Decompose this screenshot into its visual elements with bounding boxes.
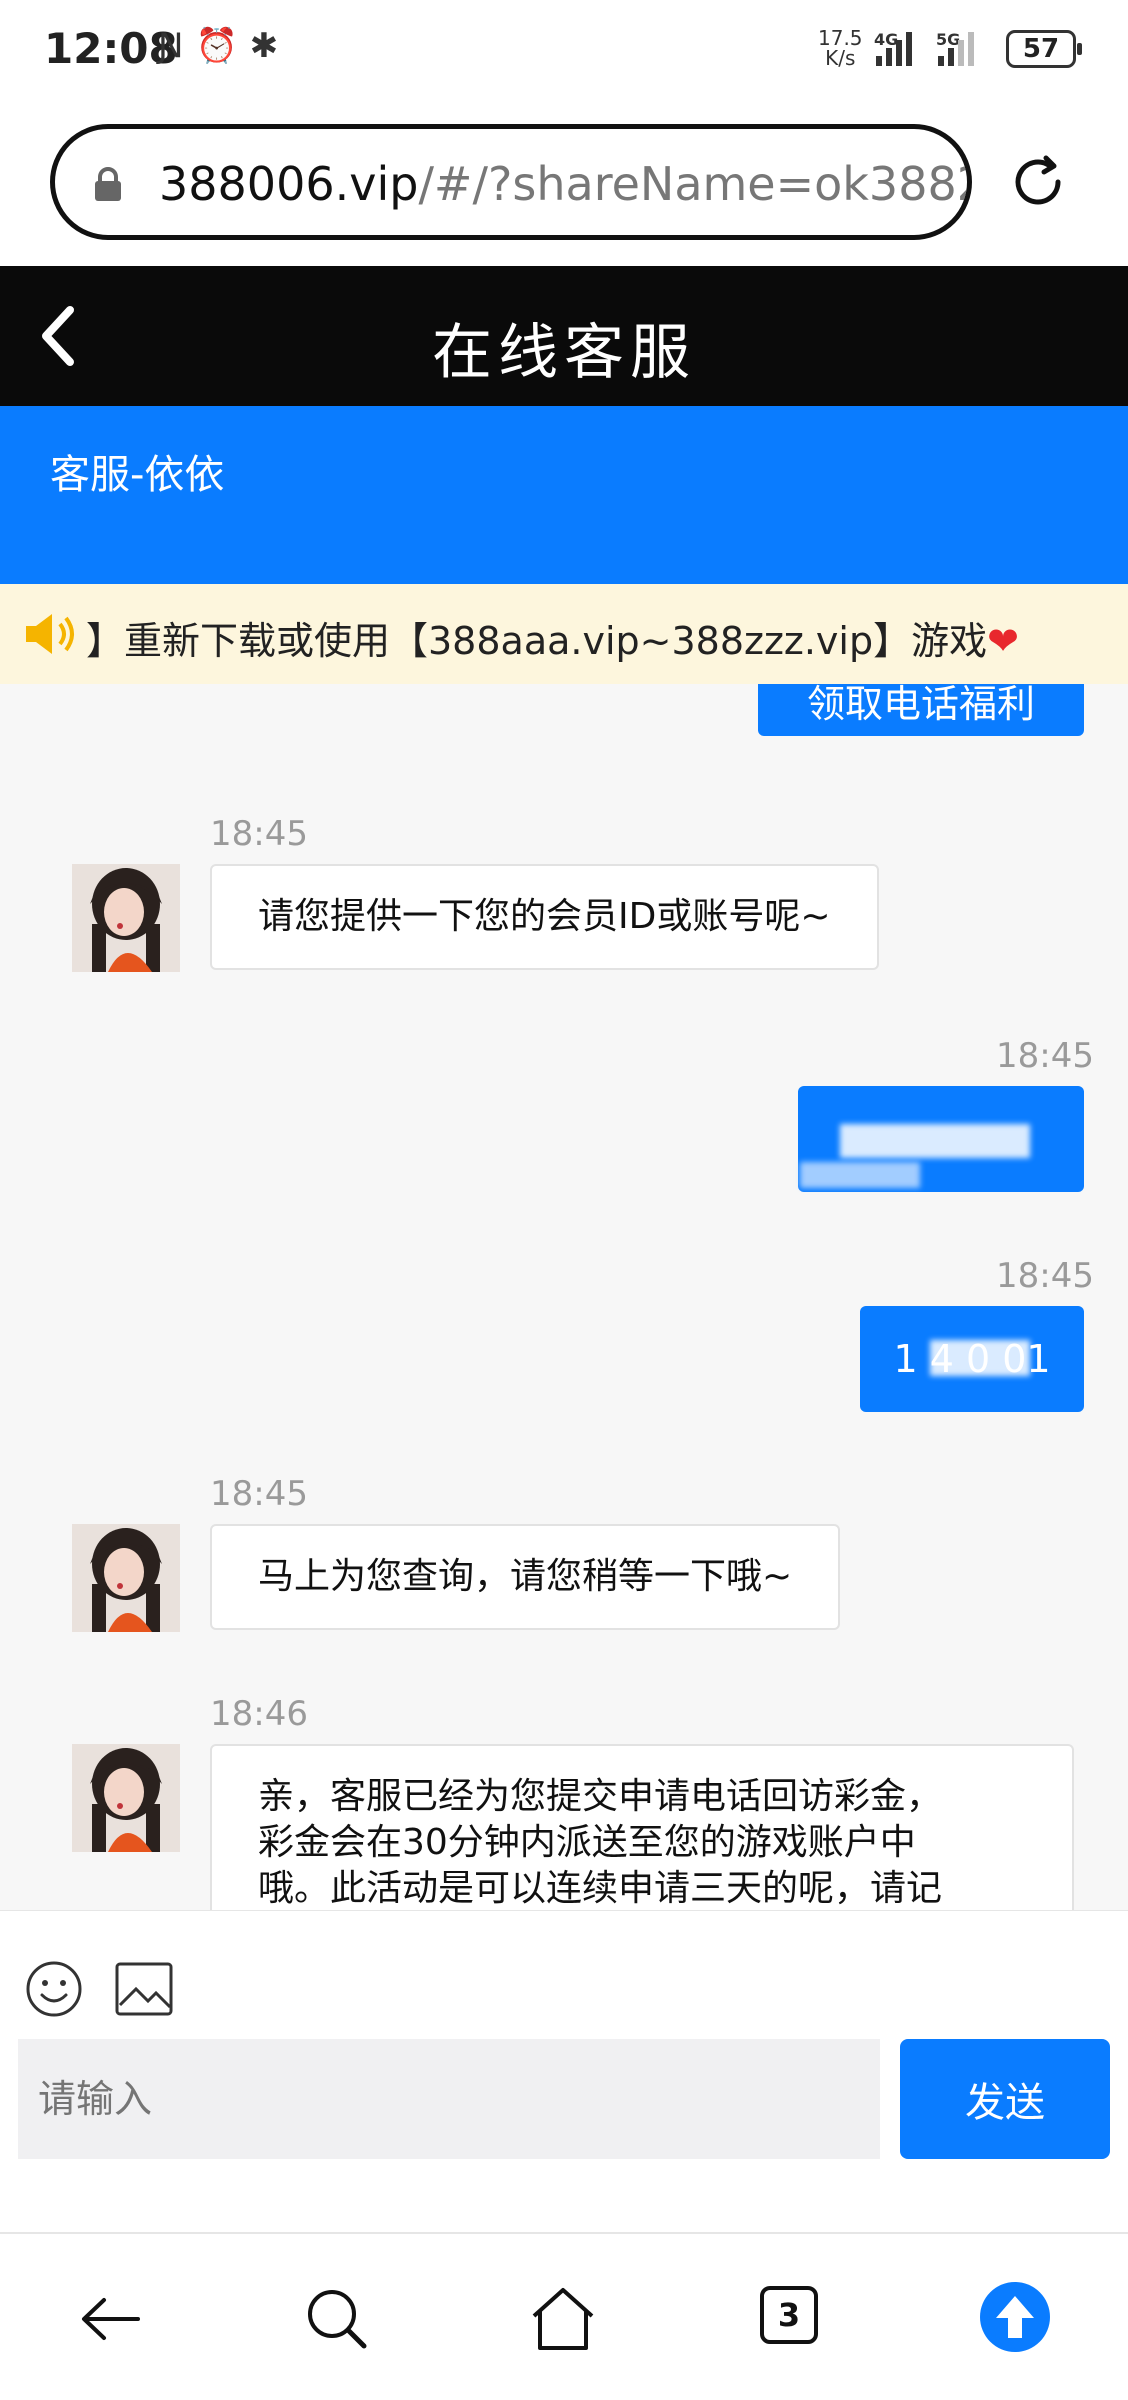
tabs-count-button[interactable]: 3 <box>760 2286 818 2344</box>
heart-icon: ❤ <box>987 619 1019 663</box>
signal-4g-icon <box>876 30 912 66</box>
home-icon[interactable] <box>528 2284 598 2354</box>
agent-avatar <box>72 1744 180 1852</box>
arrow-up-icon <box>996 2296 1034 2338</box>
incoming-message: 马上为您查询，请您稍等一下哦~ <box>210 1524 841 1630</box>
composer: 发送 <box>0 1910 1128 2232</box>
incoming-message: 请您提供一下您的会员ID或账号呢~ <box>210 864 879 970</box>
notice-marquee: 】重新下载或使用【388aaa.vip~388zzz.vip】游戏❤ <box>0 584 1128 684</box>
network-speed: 17.5 K/s <box>818 28 863 68</box>
status-bar: 12:08 Ɲ ⏰ ✱ 17.5 K/s 4G 5G 57 <box>0 0 1128 100</box>
emoji-icon[interactable] <box>24 1959 84 2019</box>
bluetooth-icon: ✱ <box>249 26 279 66</box>
message-line: 哦。此活动是可以连续申请三天的呢，请记 <box>258 1868 943 1909</box>
chat-header: 在线客服 <box>0 266 1128 406</box>
incoming-message: 亲，客服已经为您提交申请电话回访彩金， 彩金会在30分钟内派送至您的游戏账户中 … <box>210 1744 1074 1910</box>
agent-avatar <box>72 1524 180 1632</box>
speed-unit: K/s <box>825 46 856 70</box>
battery-indicator: 57 <box>1006 30 1082 68</box>
redaction-mark <box>800 1162 920 1188</box>
message-time: 18:45 <box>996 1256 1094 1296</box>
message-input[interactable] <box>18 2039 880 2159</box>
lock-icon <box>95 167 121 201</box>
page-title: 在线客服 <box>432 318 696 388</box>
notice-text: 】重新下载或使用【388aaa.vip~388zzz.vip】游戏❤ <box>86 610 1019 665</box>
reload-icon[interactable] <box>1006 150 1070 214</box>
alarm-icon: ⏰ <box>195 26 238 66</box>
browser-bottom-nav: 3 <box>0 2232 1128 2400</box>
send-button[interactable]: 发送 <box>900 2039 1110 2159</box>
status-notification-icons: Ɲ ⏰ ✱ <box>158 26 278 66</box>
avatar-image <box>72 1524 180 1632</box>
outgoing-message: 领取电话福利 <box>758 684 1084 736</box>
nfc-icon: Ɲ <box>158 26 184 66</box>
chat-messages[interactable]: 领取电话福利 18:45 请您提供一下您的会员ID或账号呢~ 18:45 18:… <box>0 684 1128 1910</box>
message-line: 彩金会在30分钟内派送至您的游戏账户中 <box>258 1822 916 1863</box>
avatar-image <box>72 1744 180 1852</box>
message-line: 亲，客服已经为您提交申请电话回访彩金， <box>258 1776 943 1817</box>
url-domain: 388006.vip <box>159 157 419 211</box>
agent-name: 客服-依依 <box>50 452 225 498</box>
redaction-mark <box>840 1124 1030 1158</box>
redaction-mark <box>930 1340 1030 1376</box>
image-icon[interactable] <box>114 1961 174 2017</box>
back-icon[interactable] <box>76 2284 146 2354</box>
search-icon[interactable] <box>302 2284 372 2354</box>
speaker-icon <box>26 614 74 654</box>
message-time: 18:45 <box>996 1036 1094 1076</box>
message-text: 领取电话福利 <box>806 684 1035 726</box>
url-text: 388006.vip/#/?shareName=ok38829 <box>159 157 972 211</box>
message-time: 18:45 <box>210 1474 308 1514</box>
scroll-up-button[interactable] <box>980 2282 1050 2352</box>
message-text: 请您提供一下您的会员ID或账号呢~ <box>258 896 831 937</box>
url-path: /#/?shareName=ok38829 <box>418 157 972 211</box>
agent-avatar <box>72 864 180 972</box>
speed-value: 17.5 <box>818 26 863 50</box>
message-time: 18:45 <box>210 814 308 854</box>
message-text: 马上为您查询，请您稍等一下哦~ <box>258 1556 793 1597</box>
address-bar[interactable]: 388006.vip/#/?shareName=ok38829 <box>50 124 972 240</box>
avatar-image <box>72 864 180 972</box>
agent-banner: 客服-依依 <box>0 406 1128 584</box>
notice-message: 】重新下载或使用【388aaa.vip~388zzz.vip】游戏 <box>86 619 988 663</box>
message-time: 18:46 <box>210 1694 308 1734</box>
signal-5g-icon <box>938 30 974 66</box>
